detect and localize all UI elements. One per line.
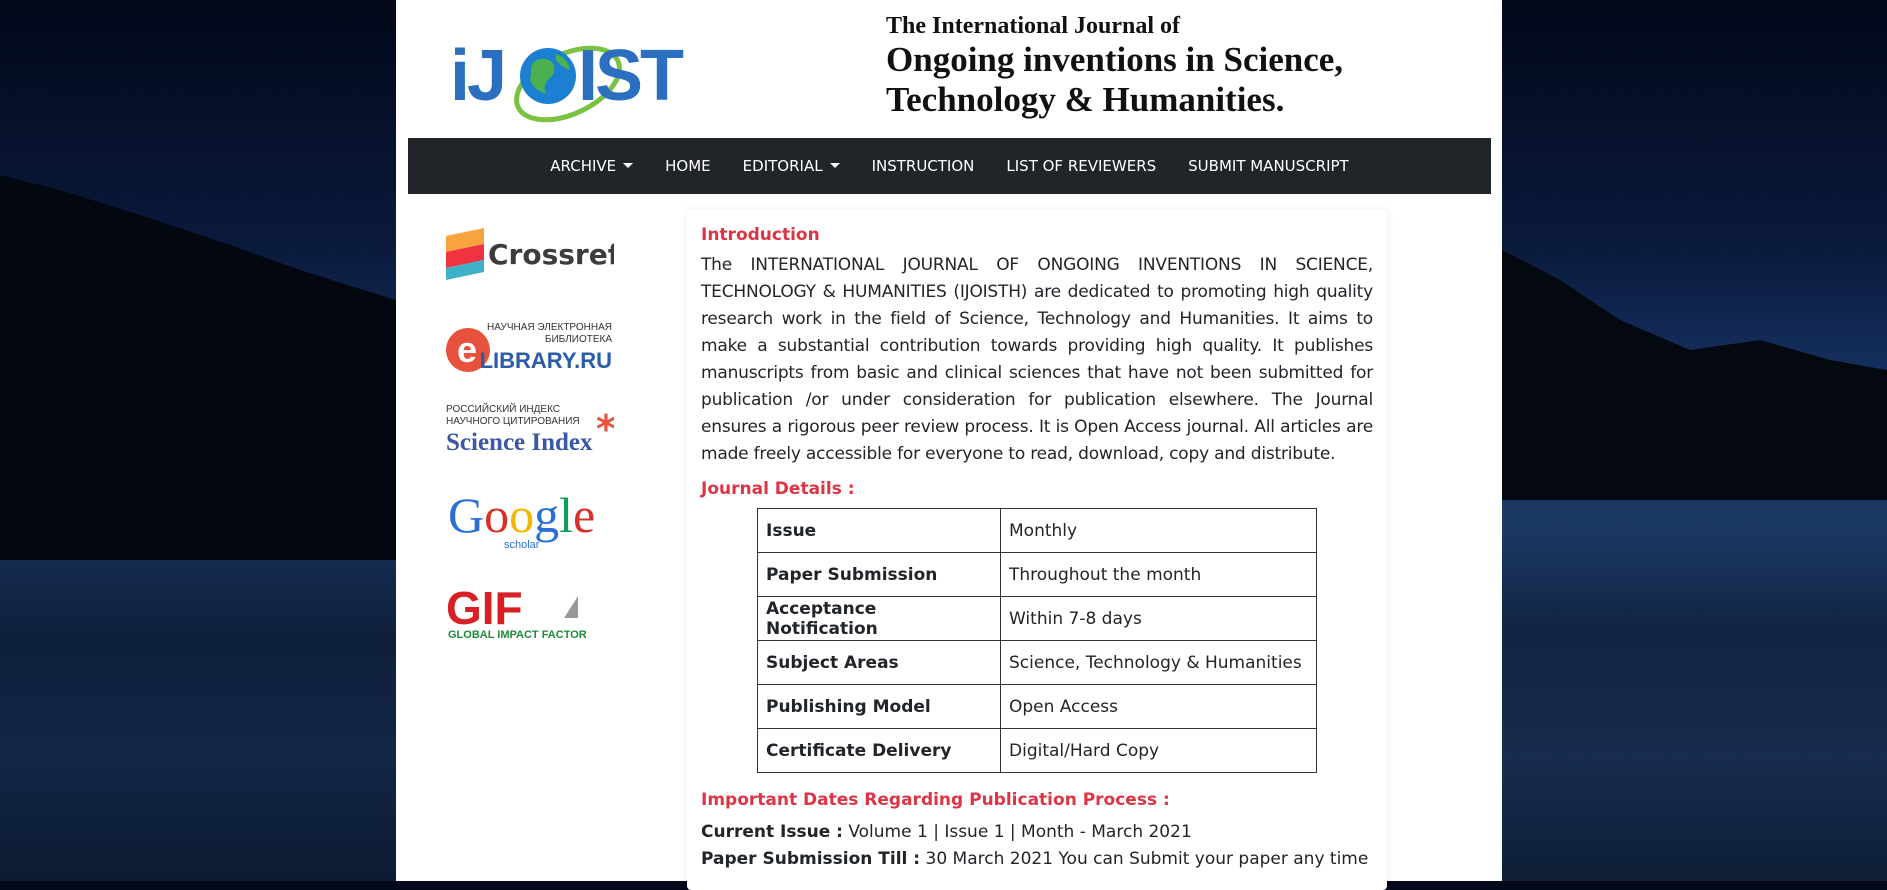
detail-key: Acceptance Notification	[757, 596, 1001, 641]
detail-value: Within 7-8 days	[1000, 596, 1317, 641]
elibrary-subtitle-mid: БИБЛИОТЕКА	[545, 334, 612, 345]
nav-submit-manuscript[interactable]: SUBMIT MANUSCRIPT	[1188, 157, 1349, 175]
site-header: iJ IST The International Journal of Ongo…	[396, 0, 1502, 138]
svg-text:iJ: iJ	[450, 36, 504, 116]
gif-sub-text: GLOBAL IMPACT FACTOR	[448, 629, 587, 641]
nav-archive[interactable]: ARCHIVE	[550, 157, 634, 175]
detail-key: Subject Areas	[757, 640, 1001, 685]
title-line-1: The International Journal of	[886, 13, 1181, 39]
svg-text:e: e	[457, 329, 477, 370]
current-issue-label: Current Issue :	[701, 822, 843, 842]
detail-key: Publishing Model	[757, 684, 1001, 729]
science-index-mid: НАУЧНОГО ЦИТИРОВАНИЯ	[446, 416, 580, 427]
detail-value: Open Access	[1000, 684, 1317, 729]
elibrary-main-text: LIBRARY.RU	[480, 348, 612, 373]
elibrary-logo[interactable]: e НАУЧНАЯ ЭЛЕКТРОННАЯ БИБЛИОТЕКА LIBRARY…	[444, 316, 614, 380]
asterisk-icon: *	[596, 407, 614, 451]
table-row: Issue Monthly	[757, 508, 1317, 553]
title-line-2: Ongoing inventions in Science,	[886, 40, 1344, 79]
detail-key: Issue	[757, 508, 1001, 553]
detail-value: Science, Technology & Humanities	[1000, 640, 1317, 685]
google-scholar-sub: scholar	[504, 539, 540, 550]
nav-instruction[interactable]: INSTRUCTION	[872, 157, 975, 175]
intro-text: The INTERNATIONAL JOURNAL OF ONGOING INV…	[701, 255, 1373, 464]
main-content: Introduction The INTERNATIONAL JOURNAL O…	[701, 222, 1373, 873]
nav-archive-label: ARCHIVE	[550, 157, 617, 175]
main-navbar: ARCHIVE HOME EDITORIAL INSTRUCTION LIST …	[408, 138, 1491, 194]
nav-home-label: HOME	[665, 157, 711, 175]
science-index-logo[interactable]: РОССИЙСКИЙ ИНДЕКС НАУЧНОГО ЦИТИРОВАНИЯ S…	[444, 402, 614, 466]
detail-value: Digital/Hard Copy	[1000, 728, 1317, 773]
science-index-main: Science Index	[446, 429, 593, 456]
journal-logo-graphic: iJ IST	[450, 36, 687, 123]
nav-home[interactable]: HOME	[665, 157, 711, 175]
title-line-3: Technology & Humanities.	[886, 80, 1285, 119]
gif-main-text: GIF	[446, 582, 523, 634]
table-row: Certificate Delivery Digital/Hard Copy	[757, 728, 1317, 773]
crossref-logo-text: Crossref	[488, 238, 614, 271]
nav-editorial[interactable]: EDITORIAL	[743, 157, 840, 175]
science-index-top: РОССИЙСКИЙ ИНДЕКС	[446, 402, 560, 415]
journal-details-table: Issue Monthly Paper Submission Throughou…	[757, 508, 1317, 773]
svg-text:IST: IST	[578, 36, 684, 116]
detail-key: Certificate Delivery	[757, 728, 1001, 773]
dates-heading: Important Dates Regarding Publication Pr…	[701, 790, 1170, 810]
details-heading: Journal Details :	[701, 479, 855, 499]
current-issue-line: Current Issue : Volume 1 | Issue 1 | Mon…	[701, 819, 1373, 846]
nav-list-of-reviewers[interactable]: LIST OF REVIEWERS	[1006, 157, 1156, 175]
table-row: Subject Areas Science, Technology & Huma…	[757, 640, 1317, 685]
submission-till-label: Paper Submission Till :	[701, 849, 921, 869]
page-container: iJ IST The International Journal of Ongo…	[396, 0, 1502, 890]
detail-value: Throughout the month	[1000, 552, 1317, 597]
submission-till-value: 30 March 2021 You can Submit your paper …	[925, 849, 1369, 869]
gif-logo[interactable]: GIF GLOBAL IMPACT FACTOR	[444, 582, 614, 646]
journal-title: The International Journal of Ongoing inv…	[886, 12, 1486, 120]
detail-key: Paper Submission	[757, 552, 1001, 597]
nav-editorial-label: EDITORIAL	[742, 157, 823, 175]
google-scholar-logo[interactable]: Google scholar	[444, 486, 614, 550]
table-row: Paper Submission Throughout the month	[757, 552, 1317, 597]
chevron-down-icon	[829, 163, 840, 168]
elibrary-subtitle-top: НАУЧНАЯ ЭЛЕКТРОННАЯ	[487, 322, 612, 333]
journal-logo[interactable]: iJ IST	[446, 24, 726, 123]
submission-till-line: Paper Submission Till : 30 March 2021 Yo…	[701, 846, 1373, 873]
google-logo-text: Google	[448, 487, 595, 543]
nav-instruction-label: INSTRUCTION	[871, 157, 975, 175]
crossref-logo[interactable]: Crossref	[444, 222, 614, 286]
detail-value: Monthly	[1000, 508, 1317, 553]
nav-list-of-reviewers-label: LIST OF REVIEWERS	[1006, 157, 1157, 175]
intro-heading: Introduction	[701, 225, 820, 245]
current-issue-value: Volume 1 | Issue 1 | Month - March 2021	[848, 822, 1192, 842]
table-row: Acceptance Notification Within 7-8 days	[757, 596, 1317, 641]
chevron-down-icon	[623, 163, 634, 168]
nav-submit-manuscript-label: SUBMIT MANUSCRIPT	[1188, 157, 1349, 175]
table-row: Publishing Model Open Access	[757, 684, 1317, 729]
